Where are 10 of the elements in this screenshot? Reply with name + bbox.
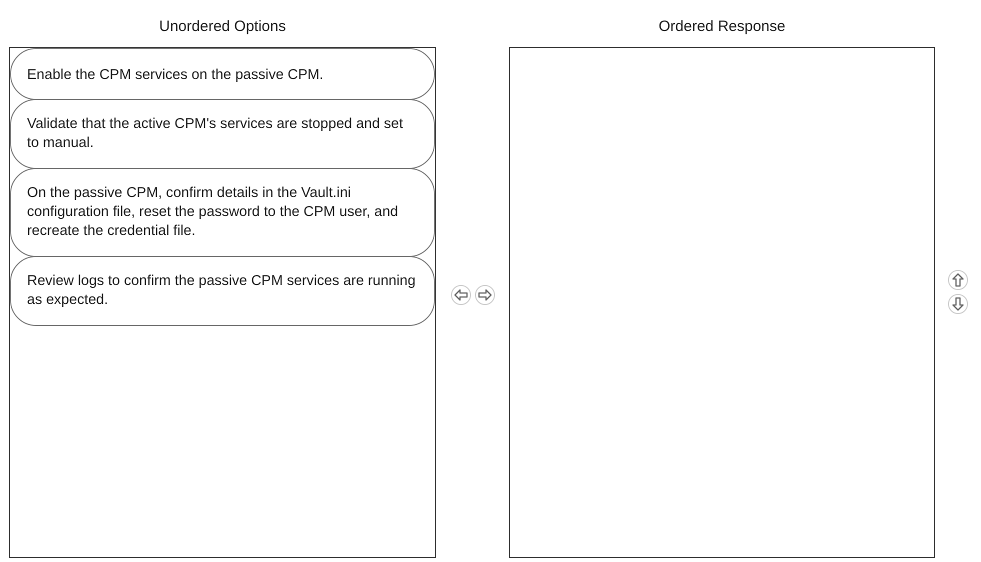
move-right-button[interactable] <box>474 285 494 305</box>
option-item[interactable]: On the passive CPM, confirm details in the Vault.ini configuration file, reset the password to the CPM user, and recreate the credential file. <box>10 168 435 257</box>
option-item[interactable]: Validate that the active CPM's services are stopped and set to manual. <box>10 99 435 169</box>
option-item[interactable]: Review logs to confirm the passive CPM services are running as expected. <box>10 256 435 326</box>
option-item[interactable]: Enable the CPM services on the passive CPM. <box>10 48 435 100</box>
move-up-button[interactable] <box>948 270 968 290</box>
move-left-button[interactable] <box>450 285 470 305</box>
move-down-button[interactable] <box>948 294 968 314</box>
column-heading: Ordered Response <box>658 17 786 37</box>
column-heading: Unordered Options <box>159 17 286 37</box>
